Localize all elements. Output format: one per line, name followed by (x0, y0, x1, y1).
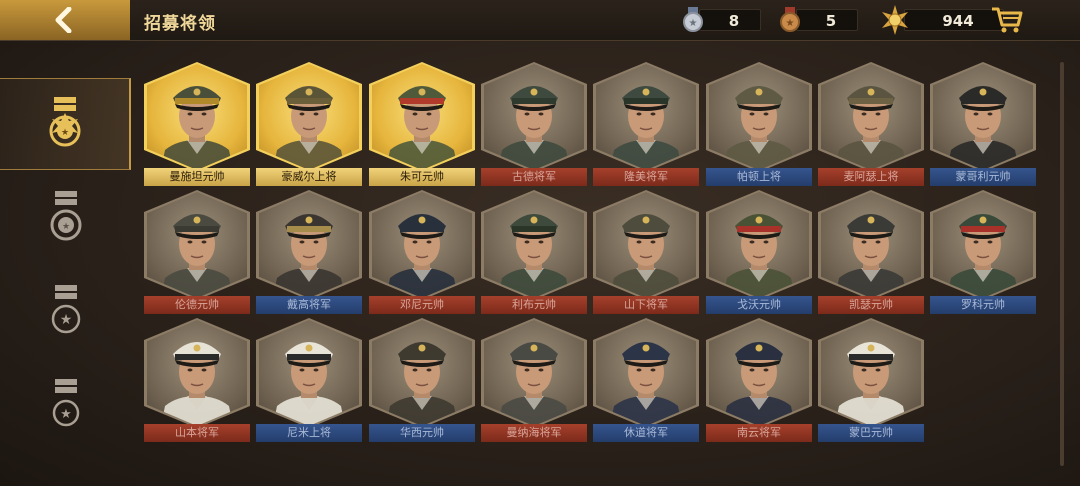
general-name: 戈沃元帅 (706, 296, 812, 314)
rank-three-star-icon: ★ (51, 285, 80, 334)
general-card[interactable]: 曼施坦元帅 (144, 62, 250, 188)
general-portrait (596, 64, 696, 170)
general-card[interactable]: 豪威尔上将 (256, 62, 362, 188)
svg-text:★: ★ (60, 407, 72, 422)
general-card[interactable]: 古德将军 (481, 62, 587, 188)
general-name: 帕顿上将 (706, 168, 812, 186)
bronze-medal-count: 5 (796, 9, 858, 31)
general-name: 曼纳海将军 (481, 424, 587, 442)
rank-five-star-icon: ★ (49, 97, 80, 147)
general-card[interactable]: 山本将军 (144, 318, 250, 444)
gold-badge-counter: 944 (880, 5, 1004, 35)
tab-rank-one-star[interactable]: ★ (0, 360, 131, 452)
general-card[interactable]: 蒙哥利元帅 (930, 62, 1036, 188)
general-card[interactable]: 南云将军 (706, 318, 812, 444)
general-name: 邓尼元帅 (369, 296, 475, 314)
general-name: 麦阿瑟上将 (818, 168, 924, 186)
rank-one-star-icon: ★ (52, 379, 79, 427)
general-card[interactable]: 尼米上将 (256, 318, 362, 444)
general-name: 隆美将军 (593, 168, 699, 186)
general-name: 南云将军 (706, 424, 812, 442)
general-card[interactable]: 蒙巴元帅 (818, 318, 924, 444)
general-card[interactable]: 隆美将军 (593, 62, 699, 188)
general-name: 凯瑟元帅 (818, 296, 924, 314)
chevron-left-icon (55, 7, 72, 33)
general-name: 罗科元帅 (930, 296, 1036, 314)
bronze-medal-icon: ★ (780, 7, 800, 32)
tab-rank-four-star[interactable]: ★ (0, 172, 131, 264)
general-portrait (484, 320, 584, 426)
general-portrait (372, 320, 472, 426)
general-card[interactable]: 凯瑟元帅 (818, 190, 924, 316)
general-name: 朱可元帅 (369, 168, 475, 186)
svg-text:★: ★ (786, 18, 795, 29)
general-name: 伦德元帅 (144, 296, 250, 314)
scrollbar[interactable] (1060, 62, 1064, 466)
rank-four-star-icon: ★ (50, 191, 81, 241)
svg-text:★: ★ (61, 222, 69, 232)
general-name: 华西元帅 (369, 424, 475, 442)
general-name: 蒙哥利元帅 (930, 168, 1036, 186)
svg-text:★: ★ (59, 312, 72, 328)
general-portrait (821, 64, 921, 170)
general-name: 蒙巴元帅 (818, 424, 924, 442)
general-portrait (147, 320, 247, 426)
general-name: 尼米上将 (256, 424, 362, 442)
general-portrait (821, 320, 921, 426)
general-portrait (484, 64, 584, 170)
tab-rank-three-star[interactable]: ★ (0, 266, 131, 358)
general-portrait (709, 320, 809, 426)
general-card[interactable]: 帕顿上将 (706, 62, 812, 188)
general-card[interactable]: 伦德元帅 (144, 190, 250, 316)
general-card[interactable]: 戈沃元帅 (706, 190, 812, 316)
general-portrait (933, 192, 1033, 298)
general-portrait (484, 192, 584, 298)
general-portrait (709, 64, 809, 170)
silver-medal-counter: ★ 8 (681, 7, 761, 33)
general-card[interactable]: 麦阿瑟上将 (818, 62, 924, 188)
general-name: 山本将军 (144, 424, 250, 442)
general-portrait (147, 64, 247, 170)
general-portrait (821, 192, 921, 298)
silver-medal-count: 8 (699, 9, 761, 31)
general-card[interactable]: 罗科元帅 (930, 190, 1036, 316)
svg-text:★: ★ (689, 18, 698, 29)
general-name: 豪威尔上将 (256, 168, 362, 186)
general-portrait (259, 320, 359, 426)
general-name: 曼施坦元帅 (144, 168, 250, 186)
general-portrait (596, 192, 696, 298)
bronze-medal-counter: ★ 5 (778, 7, 858, 33)
general-card[interactable]: 休道将军 (593, 318, 699, 444)
tab-rank-five-star[interactable]: ★ (0, 78, 131, 170)
general-name: 古德将军 (481, 168, 587, 186)
general-portrait (259, 192, 359, 298)
general-card[interactable]: 利布元帅 (481, 190, 587, 316)
rank-sidebar: ★ ★ ★ ★ (0, 78, 131, 486)
gold-badge-count: 944 (904, 9, 1004, 31)
silver-medal-icon: ★ (683, 7, 703, 32)
shopping-cart-icon[interactable] (990, 5, 1024, 35)
general-name: 利布元帅 (481, 296, 587, 314)
general-card[interactable]: 邓尼元帅 (369, 190, 475, 316)
page-title: 招募将领 (144, 14, 216, 34)
general-portrait (709, 192, 809, 298)
general-name: 休道将军 (593, 424, 699, 442)
back-button[interactable] (0, 0, 130, 40)
general-card[interactable]: 戴高将军 (256, 190, 362, 316)
gold-badge-icon (882, 5, 908, 35)
general-portrait (259, 64, 359, 170)
general-card[interactable]: 山下将军 (593, 190, 699, 316)
general-name: 山下将军 (593, 296, 699, 314)
general-card[interactable]: 华西元帅 (369, 318, 475, 444)
general-card[interactable]: 曼纳海将军 (481, 318, 587, 444)
general-name: 戴高将军 (256, 296, 362, 314)
general-portrait (372, 64, 472, 170)
general-portrait (596, 320, 696, 426)
svg-text:★: ★ (60, 128, 68, 138)
general-card[interactable]: 朱可元帅 (369, 62, 475, 188)
general-portrait (933, 64, 1033, 170)
general-portrait (147, 192, 247, 298)
general-portrait (372, 192, 472, 298)
top-bar: 招募将领 ★ 8 ★ 5 944 (0, 0, 1080, 41)
